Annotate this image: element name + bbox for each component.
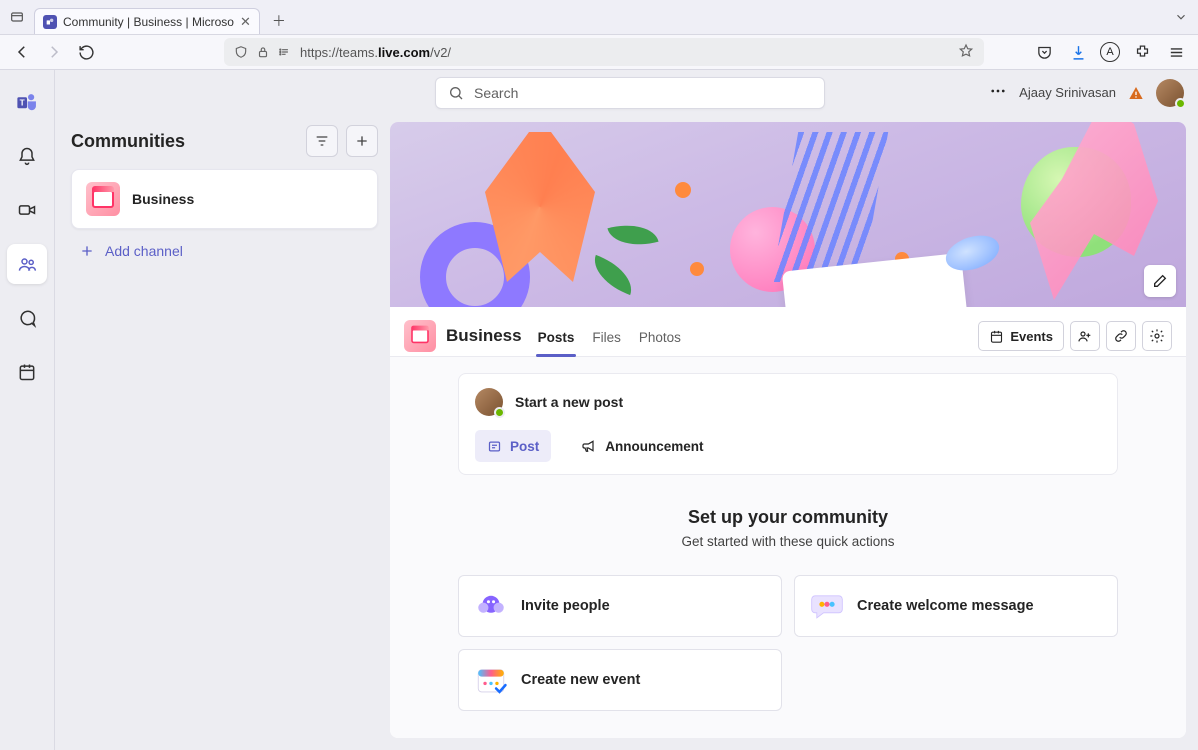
- tab-files[interactable]: Files: [592, 316, 621, 356]
- invite-people-card[interactable]: Invite people: [458, 575, 782, 637]
- invite-people-icon: [473, 588, 509, 624]
- community-item-label: Business: [132, 191, 194, 207]
- create-event-card[interactable]: Create new event: [458, 649, 782, 711]
- calendar-button[interactable]: [7, 352, 47, 392]
- account-icon[interactable]: A: [1100, 42, 1120, 62]
- add-channel-label: Add channel: [105, 243, 183, 259]
- communities-sidebar: Communities Business Add channel: [55, 70, 390, 750]
- forward-button: [42, 40, 66, 64]
- community-item-business[interactable]: Business: [71, 169, 378, 229]
- browser-tab[interactable]: Community | Business | Microso ✕: [34, 8, 260, 34]
- plus-icon: [79, 243, 95, 259]
- welcome-message-card[interactable]: Create welcome message: [794, 575, 1118, 637]
- setup-heading: Set up your community: [458, 507, 1118, 528]
- app-rail: T: [0, 70, 55, 750]
- svg-text:T: T: [20, 98, 25, 107]
- post-label: Post: [510, 439, 539, 454]
- new-tab-button[interactable]: ＋: [266, 8, 292, 34]
- create-event-label: Create new event: [521, 672, 640, 688]
- shield-icon: [234, 45, 248, 59]
- teams-favicon: [43, 15, 57, 29]
- post-type-post[interactable]: Post: [475, 430, 551, 462]
- sidebar-title: Communities: [71, 131, 185, 152]
- back-button[interactable]: [10, 40, 34, 64]
- community-avatar-icon: [86, 182, 120, 216]
- calendar-small-icon: [989, 329, 1004, 344]
- presence-available: [1175, 98, 1186, 109]
- permissions-icon[interactable]: [278, 45, 292, 59]
- recent-tabs-icon[interactable]: [6, 6, 28, 28]
- welcome-message-label: Create welcome message: [857, 598, 1034, 614]
- megaphone-icon: [581, 438, 597, 454]
- announcement-label: Announcement: [605, 439, 703, 454]
- activity-button[interactable]: [7, 136, 47, 176]
- bookmark-star-icon[interactable]: [958, 43, 974, 62]
- warning-icon[interactable]: [1128, 85, 1144, 101]
- settings-button[interactable]: [1142, 321, 1172, 351]
- search-icon: [448, 85, 464, 101]
- edit-banner-button[interactable]: [1144, 265, 1176, 297]
- tab-photos[interactable]: Photos: [639, 316, 681, 356]
- setup-subheading: Get started with these quick actions: [458, 534, 1118, 549]
- invite-members-button[interactable]: [1070, 321, 1100, 351]
- add-community-button[interactable]: [346, 125, 378, 157]
- welcome-message-icon: [809, 588, 845, 624]
- extensions-icon[interactable]: [1130, 40, 1154, 64]
- community-title: Business: [446, 326, 522, 346]
- events-button[interactable]: Events: [978, 321, 1064, 351]
- tabs-dropdown-icon[interactable]: [1170, 6, 1192, 28]
- lock-icon: [256, 45, 270, 59]
- search-input[interactable]: Search: [435, 77, 825, 109]
- compose-box: Start a new post Post Announcement: [458, 373, 1118, 475]
- user-avatar[interactable]: [1156, 79, 1184, 107]
- invite-people-label: Invite people: [521, 598, 610, 614]
- meet-button[interactable]: [7, 190, 47, 230]
- more-icon: [989, 82, 1007, 100]
- compose-avatar: [475, 388, 503, 416]
- communities-button[interactable]: [7, 244, 47, 284]
- post-type-announcement[interactable]: Announcement: [569, 430, 715, 462]
- post-icon: [487, 439, 502, 454]
- pencil-icon: [1152, 273, 1168, 289]
- events-label: Events: [1010, 329, 1053, 344]
- search-placeholder: Search: [474, 85, 518, 101]
- close-tab-icon[interactable]: ✕: [240, 14, 251, 30]
- app-menu-icon[interactable]: [1164, 40, 1188, 64]
- filter-button[interactable]: [306, 125, 338, 157]
- url-text: https://teams.live.com/v2/: [300, 45, 451, 60]
- user-name: Ajaay Srinivasan: [1019, 85, 1116, 100]
- copy-link-button[interactable]: [1106, 321, 1136, 351]
- address-bar[interactable]: https://teams.live.com/v2/: [224, 38, 984, 66]
- create-event-icon: [473, 662, 509, 698]
- browser-tab-title: Community | Business | Microso: [63, 15, 234, 29]
- start-post-label[interactable]: Start a new post: [515, 394, 623, 410]
- chat-button[interactable]: [7, 298, 47, 338]
- community-banner: [390, 122, 1186, 307]
- pocket-icon[interactable]: [1032, 40, 1056, 64]
- more-options-button[interactable]: [989, 82, 1007, 103]
- community-header-icon: [404, 320, 436, 352]
- teams-logo-icon[interactable]: T: [7, 82, 47, 122]
- downloads-icon[interactable]: [1066, 40, 1090, 64]
- add-channel-button[interactable]: Add channel: [71, 229, 378, 273]
- reload-button[interactable]: [74, 40, 98, 64]
- tab-posts[interactable]: Posts: [538, 316, 575, 356]
